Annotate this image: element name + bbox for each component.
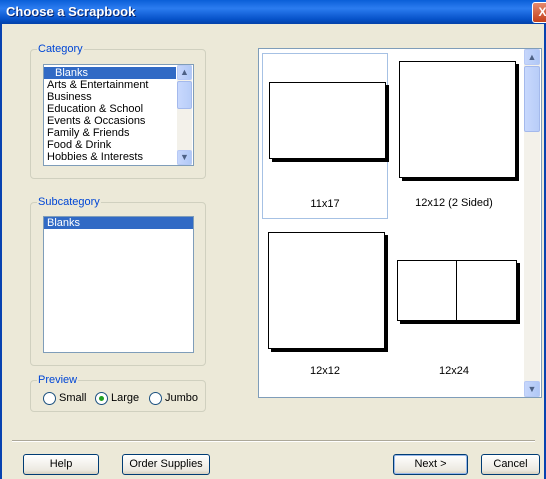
category-item[interactable]: Education & School	[44, 103, 193, 115]
layout-tile-11x17[interactable]: 11x17	[262, 53, 388, 219]
preview-scrollbar[interactable]: ▲ ▼	[524, 49, 540, 397]
preview-legend: Preview	[38, 374, 78, 386]
scroll-up-button[interactable]: ▲	[524, 49, 540, 65]
page-thumbnail	[269, 82, 386, 159]
page-thumbnail	[397, 260, 458, 321]
radio-selected-dot	[99, 396, 104, 401]
category-list[interactable]: Blanks Arts & Entertainment Business Edu…	[43, 64, 194, 166]
page-thumbnail	[399, 61, 516, 178]
subcategory-list[interactable]: Blanks	[43, 216, 194, 353]
scroll-up-button[interactable]: ▲	[177, 65, 192, 80]
chevron-down-icon: ▼	[527, 384, 537, 394]
chevron-up-icon: ▲	[527, 52, 537, 62]
layout-tile-12x12[interactable]: 12x12	[262, 225, 388, 391]
layout-tile-12x12-2-sided[interactable]: 12x12 (2 Sided)	[391, 53, 517, 219]
radio-small-label: Small	[59, 392, 87, 404]
category-item[interactable]: Food & Drink	[44, 139, 193, 151]
category-scrollbar[interactable]: ▲ ▼	[177, 65, 192, 165]
scroll-down-button[interactable]: ▼	[524, 381, 540, 397]
scroll-down-button[interactable]: ▼	[177, 150, 192, 165]
layout-tile-12x24[interactable]: 12x24	[391, 225, 517, 391]
radio-large-label: Large	[111, 392, 140, 404]
category-item[interactable]: Blanks	[44, 67, 176, 79]
category-item[interactable]: Hobbies & Interests	[44, 151, 193, 163]
page-thumbnail	[268, 232, 385, 349]
title-bar: Choose a Scrapbook X	[0, 0, 546, 24]
separator	[12, 440, 535, 442]
subcategory-legend: Subcategory	[38, 196, 100, 208]
layout-label: 12x12	[310, 365, 340, 377]
scroll-thumb[interactable]	[177, 81, 192, 109]
window-frame-left	[0, 24, 2, 479]
category-item[interactable]: Arts & Entertainment	[44, 79, 193, 91]
category-item[interactable]: Business	[44, 91, 193, 103]
close-button[interactable]: X	[532, 2, 546, 23]
radio-jumbo-label: Jumbo	[165, 392, 199, 404]
layout-label: 12x12 (2 Sided)	[415, 197, 493, 209]
page-thumbnail	[456, 260, 517, 321]
close-icon: X	[538, 5, 546, 19]
category-item[interactable]: Events & Occasions	[44, 115, 193, 127]
help-button[interactable]: Help	[23, 454, 99, 475]
order-supplies-button[interactable]: Order Supplies	[122, 454, 210, 475]
next-button[interactable]: Next >	[393, 454, 468, 475]
category-legend: Category	[38, 43, 83, 55]
window-title: Choose a Scrapbook	[6, 4, 136, 19]
subcategory-item[interactable]: Blanks	[44, 217, 193, 229]
chevron-up-icon: ▲	[180, 67, 189, 77]
radio-circle[interactable]	[149, 392, 162, 405]
layout-preview-pane[interactable]: 11x17 12x12 (2 Sided) 12x12 12x24 ▲ ▼	[258, 48, 542, 398]
radio-circle[interactable]	[95, 392, 108, 405]
category-item[interactable]: Family & Friends	[44, 127, 193, 139]
layout-label: 12x24	[439, 365, 469, 377]
scroll-thumb[interactable]	[524, 66, 540, 132]
layout-label: 11x17	[310, 198, 340, 210]
chevron-down-icon: ▼	[180, 152, 189, 162]
radio-circle[interactable]	[43, 392, 56, 405]
cancel-button[interactable]: Cancel	[481, 454, 540, 475]
